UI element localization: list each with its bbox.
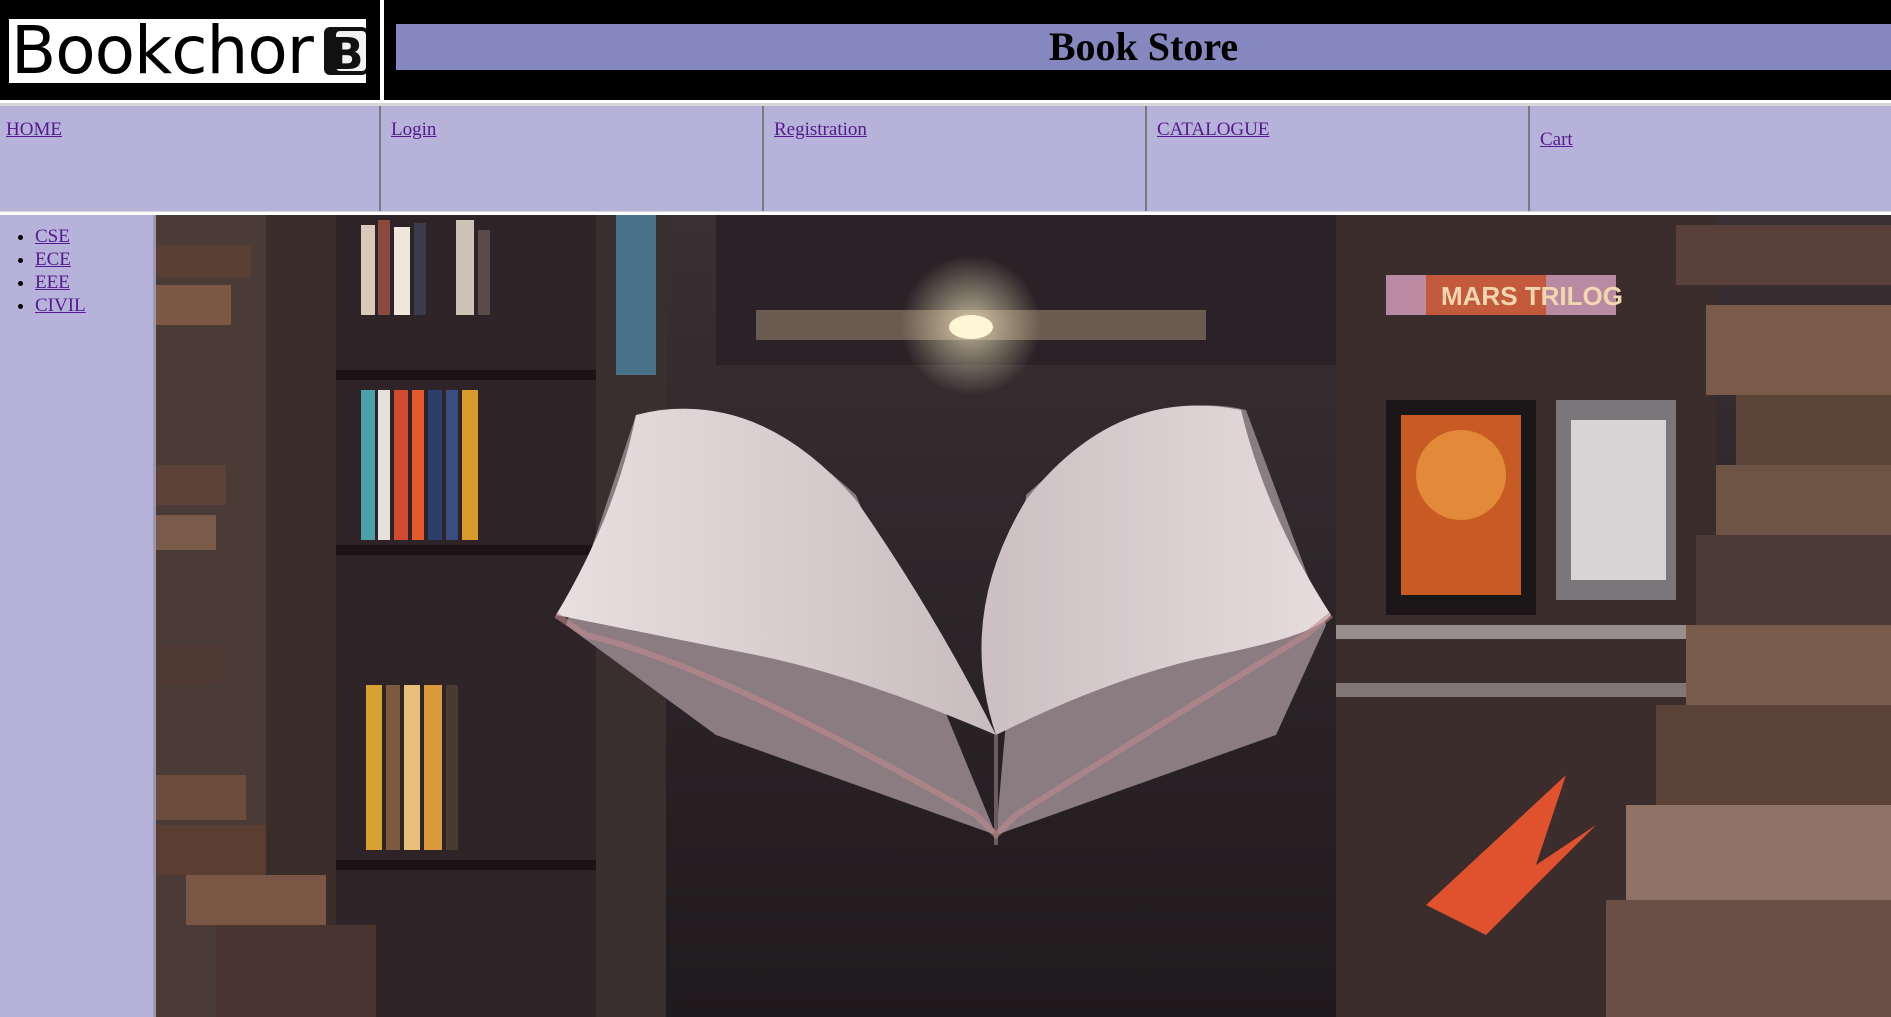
nav-link-registration[interactable]: Registration — [774, 119, 867, 141]
nav-link-cart[interactable]: Cart — [1540, 129, 1573, 151]
svg-text:MARS TRILOG: MARS TRILOG — [1441, 281, 1623, 311]
header: Bookchor B Book Store — [0, 0, 1891, 103]
list-item: CIVIL — [35, 294, 153, 317]
nav-cell-home: HOME — [0, 106, 379, 211]
svg-text:B: B — [330, 29, 364, 77]
category-list: CSE ECE EEE CIVIL — [0, 225, 153, 317]
list-item: CSE — [35, 225, 153, 248]
nav-cell-login: Login — [379, 106, 762, 211]
logo-text: Bookchor — [11, 19, 314, 83]
logo[interactable]: Bookchor B — [9, 19, 366, 83]
sidebar: CSE ECE EEE CIVIL — [0, 215, 156, 1017]
hero-image: MARS TRILOG — [156, 215, 1891, 1017]
nav-link-home[interactable]: HOME — [6, 119, 62, 141]
nav-link-login[interactable]: Login — [391, 119, 436, 141]
title-bar: Book Store — [396, 24, 1891, 70]
list-item: EEE — [35, 271, 153, 294]
category-link-ece[interactable]: ECE — [35, 249, 71, 270]
logo-cell: Bookchor B — [0, 0, 380, 100]
category-link-cse[interactable]: CSE — [35, 226, 70, 247]
nav-link-catalogue[interactable]: CATALOGUE — [1157, 119, 1269, 141]
category-link-civil[interactable]: CIVIL — [35, 295, 86, 316]
nav-cell-registration: Registration — [762, 106, 1145, 211]
list-item: ECE — [35, 248, 153, 271]
main-nav: HOME Login Registration CATALOGUE Cart — [0, 103, 1891, 212]
nav-cell-catalogue: CATALOGUE — [1145, 106, 1528, 211]
page-title: Book Store — [1048, 24, 1239, 69]
category-link-eee[interactable]: EEE — [35, 272, 70, 293]
nav-cell-cart: Cart — [1528, 106, 1891, 211]
title-cell: Book Store — [384, 0, 1891, 100]
logo-mark-icon: B — [324, 27, 366, 77]
bookstore-photo: MARS TRILOG — [156, 215, 1891, 1017]
